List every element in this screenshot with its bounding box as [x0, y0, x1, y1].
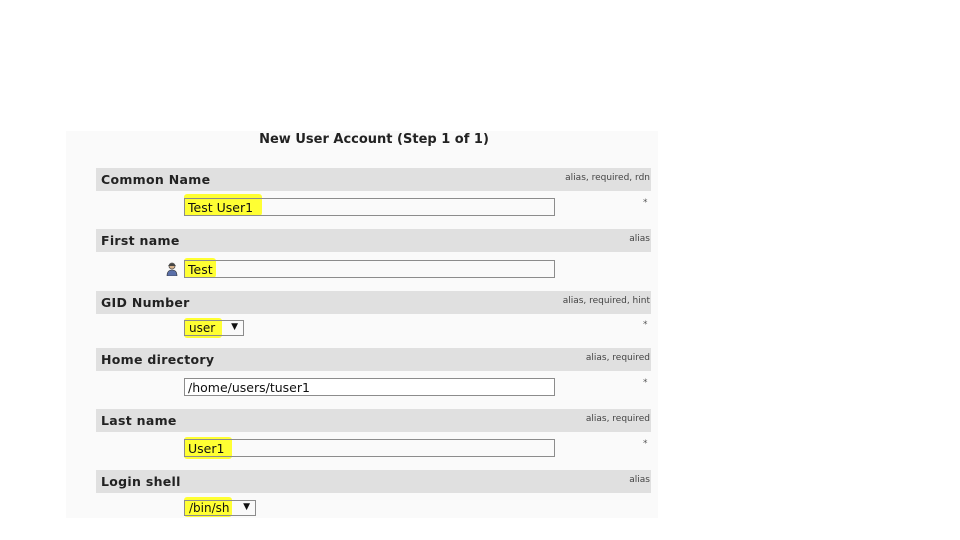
dropdown-arrow-icon: ▼: [231, 322, 238, 332]
select-value: user: [189, 321, 216, 335]
field-note: alias, required, hint: [562, 296, 650, 306]
section-header-last-name: Last name alias, required: [96, 409, 651, 432]
field-label: Last name: [101, 413, 177, 428]
last-name-input[interactable]: [184, 439, 555, 457]
section-header-first-name: First name alias: [96, 229, 651, 252]
field-label: First name: [101, 233, 180, 248]
section-header-common-name: Common Name alias, required, rdn: [96, 168, 651, 191]
field-note: alias, required: [585, 414, 650, 424]
required-marker: *: [643, 198, 648, 208]
page-title: New User Account (Step 1 of 1): [259, 132, 489, 147]
field-note: alias: [629, 234, 650, 244]
required-marker: *: [643, 320, 648, 330]
person-icon[interactable]: [166, 262, 178, 276]
first-name-input[interactable]: [184, 260, 555, 278]
gid-number-select[interactable]: user ▼: [184, 320, 244, 336]
field-label: Home directory: [101, 352, 215, 367]
field-note: alias, required, rdn: [565, 173, 650, 183]
section-header-login-shell: Login shell alias: [96, 470, 651, 493]
section-header-gid-number: GID Number alias, required, hint: [96, 291, 651, 314]
field-note: alias: [629, 475, 650, 485]
field-label: GID Number: [101, 295, 190, 310]
dropdown-arrow-icon: ▼: [243, 502, 250, 512]
field-note: alias, required: [585, 353, 650, 363]
section-header-home-directory: Home directory alias, required: [96, 348, 651, 371]
field-label: Login shell: [101, 474, 181, 489]
login-shell-select[interactable]: /bin/sh ▼: [184, 500, 256, 516]
select-value: /bin/sh: [189, 501, 230, 515]
required-marker: *: [643, 378, 648, 388]
home-directory-input[interactable]: [184, 378, 555, 396]
field-label: Common Name: [101, 172, 211, 187]
common-name-input[interactable]: [184, 198, 555, 216]
required-marker: *: [643, 439, 648, 449]
